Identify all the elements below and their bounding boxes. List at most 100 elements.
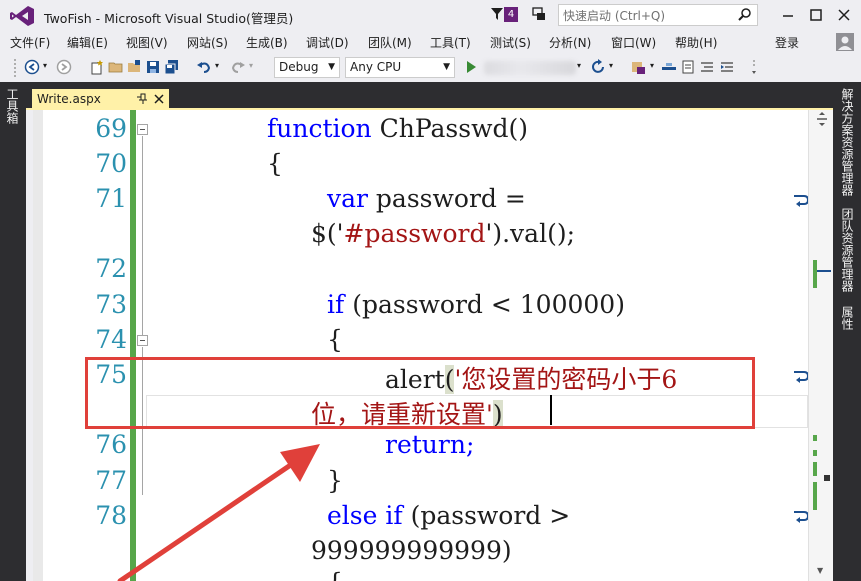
navigate-back-icon[interactable] xyxy=(24,59,40,75)
team-explorer-tab[interactable]: 团队资源管理器 xyxy=(838,208,856,292)
annotation-arrow-icon xyxy=(117,444,320,581)
save-all-icon[interactable] xyxy=(164,59,180,75)
change-marker xyxy=(813,482,817,510)
menu-test[interactable]: 测试(S) xyxy=(490,34,531,51)
indent-icon[interactable] xyxy=(719,59,735,75)
configuration-value: Debug xyxy=(279,60,319,74)
code-text: ChPasswd() xyxy=(371,114,529,143)
code-line-78-wrap: 999999999999) xyxy=(311,536,512,565)
properties-tab[interactable]: 属性 xyxy=(838,306,856,330)
minimize-icon[interactable] xyxy=(775,3,801,27)
left-tool-window-strip: 工具箱 xyxy=(0,82,26,581)
toolbar-overflow-icon[interactable] xyxy=(752,57,756,79)
menu-tools[interactable]: 工具(T) xyxy=(430,34,471,51)
word-wrap-icon xyxy=(794,371,808,383)
indicator-margin xyxy=(33,110,43,581)
add-item-icon[interactable] xyxy=(126,59,142,75)
menu-analyze[interactable]: 分析(N) xyxy=(549,34,591,51)
toolbox-tab[interactable]: 工具箱 xyxy=(5,88,21,124)
maximize-icon[interactable] xyxy=(803,3,829,27)
word-wrap-icon xyxy=(794,195,808,207)
navigate-forward-icon[interactable] xyxy=(56,59,72,75)
quick-launch-input[interactable] xyxy=(559,6,729,26)
save-icon[interactable] xyxy=(145,59,161,75)
vertical-scrollbar[interactable]: ▼ xyxy=(808,110,833,581)
uncomment-lines-icon[interactable] xyxy=(699,59,715,75)
collapse-icon[interactable] xyxy=(137,335,148,346)
outline-line xyxy=(142,136,143,336)
code-line-69: function ChPasswd() xyxy=(267,114,528,143)
scroll-thumb[interactable] xyxy=(824,475,830,481)
pin-icon[interactable] xyxy=(136,93,148,105)
open-file-icon[interactable] xyxy=(108,59,124,75)
tab-label: Write.aspx xyxy=(37,92,101,106)
undo-dropdown-icon[interactable]: ▾ xyxy=(215,61,219,70)
collapse-icon[interactable] xyxy=(137,124,148,135)
code-line-70: { xyxy=(267,149,283,178)
browser-link-icon[interactable] xyxy=(661,59,677,75)
visual-studio-logo-icon xyxy=(10,6,34,26)
line-number: 72 xyxy=(95,254,127,283)
login-link[interactable]: 登录 xyxy=(775,34,799,51)
code-text: { xyxy=(267,149,283,178)
menu-website[interactable]: 网站(S) xyxy=(187,34,228,51)
word-wrap-icon xyxy=(794,511,808,523)
refresh-dropdown-icon[interactable]: ▾ xyxy=(609,61,613,70)
platform-select[interactable]: Any CPU ▼ xyxy=(345,57,455,78)
menu-edit[interactable]: 编辑(E) xyxy=(67,34,108,51)
redo-icon[interactable] xyxy=(230,59,246,75)
start-target-label-blurred[interactable] xyxy=(484,61,576,75)
new-project-icon[interactable] xyxy=(89,59,105,75)
quick-launch-box[interactable] xyxy=(558,4,758,26)
keyword: if xyxy=(327,290,345,319)
code-line-71: var password = xyxy=(327,184,526,213)
menu-view[interactable]: 视图(V) xyxy=(126,34,168,51)
platform-value: Any CPU xyxy=(350,60,402,74)
annotation-highlight-box xyxy=(85,357,755,429)
close-tab-icon[interactable] xyxy=(153,93,165,105)
menu-file[interactable]: 文件(F) xyxy=(10,34,50,51)
change-marker xyxy=(813,435,817,441)
keyword: var xyxy=(327,184,368,213)
line-number: 69 xyxy=(95,114,127,143)
line-number: 74 xyxy=(95,325,127,354)
refresh-icon[interactable] xyxy=(590,59,606,75)
change-marker xyxy=(813,450,817,456)
menu-window[interactable]: 窗口(W) xyxy=(611,34,656,51)
caret-position-marker xyxy=(817,270,831,272)
solution-explorer-toolbar-icon[interactable] xyxy=(630,59,646,75)
code-line-74: { xyxy=(327,325,343,354)
solution-dropdown-icon[interactable]: ▾ xyxy=(650,61,654,70)
menu-debug[interactable]: 调试(D) xyxy=(306,34,349,51)
toolbar-grip-icon[interactable] xyxy=(13,57,17,79)
redo-dropdown-icon[interactable]: ▾ xyxy=(249,61,253,70)
comment-lines-icon[interactable] xyxy=(680,59,696,75)
tab-write-aspx[interactable]: Write.aspx xyxy=(32,89,169,110)
feedback-icon[interactable] xyxy=(531,6,547,22)
menu-build[interactable]: 生成(B) xyxy=(246,34,288,51)
string-literal: #password xyxy=(343,219,486,248)
code-text: (password < 100000) xyxy=(344,290,625,319)
notification-count-badge[interactable]: 4 xyxy=(504,7,518,22)
title-bar: TwoFish - Microsoft Visual Studio(管理员) 4 xyxy=(0,0,861,31)
code-line-76: return; xyxy=(385,430,474,459)
split-window-icon[interactable] xyxy=(816,112,828,126)
account-icon[interactable] xyxy=(836,33,854,51)
start-debugging-icon[interactable] xyxy=(463,59,479,75)
start-target-dropdown-icon[interactable]: ▾ xyxy=(577,61,581,70)
back-dropdown-icon[interactable]: ▾ xyxy=(43,61,47,70)
notification-flag-icon[interactable] xyxy=(489,6,505,22)
code-line-73: if (password < 100000) xyxy=(327,290,625,319)
menu-team[interactable]: 团队(M) xyxy=(368,34,412,51)
code-text: password = xyxy=(367,184,526,213)
change-marker xyxy=(813,260,817,288)
platform-chevron-down-icon: ▼ xyxy=(443,62,450,72)
menu-help[interactable]: 帮助(H) xyxy=(675,34,717,51)
undo-icon[interactable] xyxy=(196,59,212,75)
search-icon[interactable] xyxy=(737,7,753,23)
configuration-select[interactable]: Debug ▼ xyxy=(274,57,340,78)
scroll-down-icon[interactable]: ▼ xyxy=(817,566,823,575)
close-icon[interactable] xyxy=(831,3,857,27)
code-text: $(' xyxy=(311,219,344,248)
solution-explorer-tab[interactable]: 解决方案资源管理器 xyxy=(838,88,856,196)
